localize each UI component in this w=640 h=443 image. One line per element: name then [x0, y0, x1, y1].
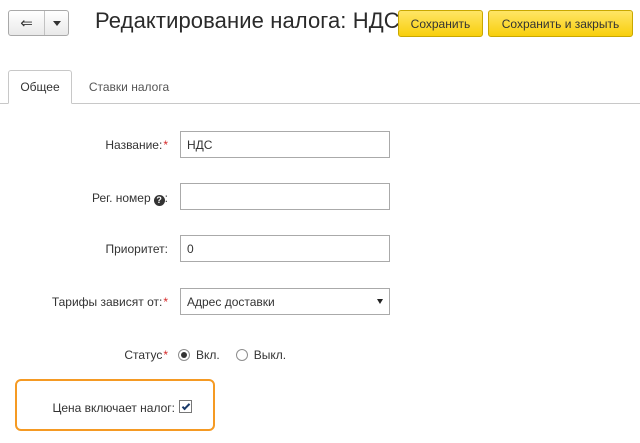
- save-and-close-button[interactable]: Сохранить и закрыть: [488, 10, 633, 37]
- tab-general[interactable]: Общее: [8, 70, 72, 104]
- name-field[interactable]: НДС: [180, 131, 390, 158]
- status-off-option[interactable]: Выкл.: [235, 348, 286, 362]
- priority-label: Приоритет:: [105, 242, 168, 256]
- status-label: Статус*: [124, 348, 168, 362]
- chevron-down-icon: [52, 20, 61, 26]
- reg-number-label: Рег. номер?:: [92, 191, 168, 206]
- radio-dot: [181, 352, 187, 358]
- nav-button-group: ⇐: [8, 10, 69, 36]
- status-radio-group: Вкл. Выкл.: [178, 348, 302, 362]
- dropdown-arrow-icon: [377, 299, 383, 304]
- back-arrow-icon: ⇐: [20, 15, 33, 32]
- toolbar: ⇐ Редактирование налога: НДС Сохранить С…: [0, 0, 640, 50]
- tab-bar: Общее Ставки налога: [0, 70, 640, 104]
- tariffs-label: Тарифы зависят от:*: [51, 295, 168, 309]
- radio-checked[interactable]: [178, 349, 190, 361]
- required-marker: *: [163, 295, 168, 309]
- status-on-option[interactable]: Вкл.: [178, 348, 220, 362]
- checkmark-icon: [181, 401, 190, 410]
- tariffs-selected-value: Адрес доставки: [187, 294, 275, 309]
- back-button[interactable]: ⇐: [9, 11, 45, 35]
- save-button[interactable]: Сохранить: [398, 10, 483, 37]
- more-menu-button[interactable]: [45, 11, 68, 35]
- name-field-value: НДС: [187, 137, 213, 152]
- priority-value: 0: [187, 241, 194, 256]
- price-includes-tax-label: Цена включает налог:: [52, 401, 175, 415]
- reg-number-field[interactable]: [180, 183, 390, 210]
- tab-tax-rates[interactable]: Ставки налога: [80, 70, 178, 104]
- name-label: Название:*: [105, 138, 168, 152]
- required-marker: *: [163, 138, 168, 152]
- help-icon[interactable]: ?: [153, 194, 165, 206]
- required-marker: *: [163, 348, 168, 362]
- tariffs-select[interactable]: Адрес доставки: [180, 288, 390, 315]
- radio-unchecked[interactable]: [235, 349, 248, 361]
- price-includes-tax-checkbox[interactable]: [179, 400, 192, 413]
- page-title: Редактирование налога: НДС: [95, 8, 400, 33]
- priority-field[interactable]: 0: [180, 235, 390, 262]
